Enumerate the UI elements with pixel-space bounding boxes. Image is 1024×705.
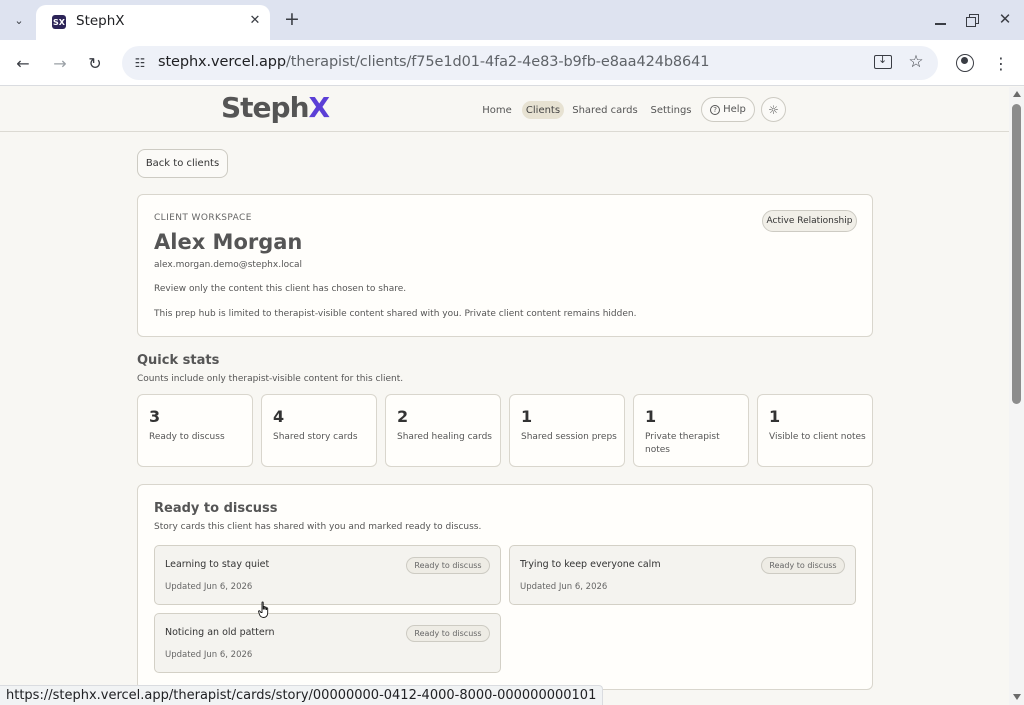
stat-shared-session-preps: 1 Shared session preps xyxy=(509,394,625,467)
story-card[interactable]: Trying to keep everyone calm Updated Jun… xyxy=(509,545,856,605)
stat-shared-story-cards: 4 Shared story cards xyxy=(261,394,377,467)
ready-to-discuss-section: Ready to discuss Story cards this client… xyxy=(137,484,873,690)
stat-label: Visible to client notes xyxy=(769,432,866,442)
browser-tab-active[interactable]: SX StephX ✕ xyxy=(36,5,270,40)
quick-stats-title: Quick stats xyxy=(137,353,220,368)
quick-stats-subtitle: Counts include only therapist-visible co… xyxy=(137,374,404,384)
ready-to-discuss-badge: Ready to discuss xyxy=(406,625,490,642)
stat-value: 1 xyxy=(521,407,533,426)
browser-menu-kebab-icon[interactable]: ⋮ xyxy=(993,53,1009,73)
stat-ready-to-discuss: 3 Ready to discuss xyxy=(137,394,253,467)
forward-arrow-icon[interactable]: → xyxy=(50,53,70,73)
stat-value: 4 xyxy=(273,407,285,426)
stat-value: 1 xyxy=(645,407,657,426)
tab-close-icon[interactable]: ✕ xyxy=(247,12,263,28)
stat-shared-healing-cards: 2 Shared healing cards xyxy=(385,394,501,467)
url-host: stephx.vercel.app xyxy=(158,54,287,70)
help-button[interactable]: ? Help xyxy=(701,97,755,122)
theme-toggle-sun-icon[interactable]: ☼ xyxy=(761,97,786,122)
story-card[interactable]: Noticing an old pattern Updated Jun 6, 2… xyxy=(154,613,501,673)
new-tab-plus-icon[interactable]: + xyxy=(282,8,302,30)
story-card[interactable]: Learning to stay quiet Updated Jun 6, 20… xyxy=(154,545,501,605)
stat-value: 3 xyxy=(149,407,161,426)
window-minimize-icon[interactable] xyxy=(932,12,948,28)
back-arrow-icon[interactable]: ← xyxy=(13,53,33,73)
stat-label: Private therapist notes xyxy=(645,432,720,455)
install-app-icon[interactable] xyxy=(874,53,892,71)
stat-label: Ready to discuss xyxy=(149,432,225,442)
tab-title: StephX xyxy=(76,13,125,29)
nav-settings[interactable]: Settings xyxy=(647,101,695,119)
help-question-icon: ? xyxy=(710,104,721,115)
browser-tab-strip: ⌄ SX StephX ✕ + ✕ xyxy=(0,0,1024,40)
workspace-note-privacy: This prep hub is limited to therapist-vi… xyxy=(154,309,637,319)
client-workspace-card: CLIENT WORKSPACE Alex Morgan alex.morgan… xyxy=(137,194,873,337)
stat-value: 2 xyxy=(397,407,409,426)
relationship-status-badge: Active Relationship xyxy=(762,210,857,232)
browser-toolbar: ← → ↻ ☷ stephx.vercel.app/therapist/clie… xyxy=(0,40,1024,86)
workspace-note-share: Review only the content this client has … xyxy=(154,284,407,294)
scroll-up-arrow-icon[interactable] xyxy=(1013,91,1021,97)
window-close-icon[interactable]: ✕ xyxy=(997,10,1013,28)
logo-accent-text: X xyxy=(308,91,331,124)
back-to-clients-button[interactable]: Back to clients xyxy=(137,149,228,178)
nav-home[interactable]: Home xyxy=(479,101,515,119)
scrollbar-thumb[interactable] xyxy=(1012,104,1021,404)
ready-to-discuss-badge: Ready to discuss xyxy=(406,557,490,574)
profile-avatar-icon[interactable] xyxy=(956,54,974,72)
address-bar[interactable]: ☷ stephx.vercel.app/therapist/clients/f7… xyxy=(122,46,938,80)
app-header: StephX Home Clients Shared cards Setting… xyxy=(0,87,1009,132)
stat-private-therapist-notes: 1 Private therapist notes xyxy=(633,394,749,467)
stat-label: Shared healing cards xyxy=(397,432,492,442)
story-card-title: Learning to stay quiet xyxy=(165,559,270,570)
url-path: /therapist/clients/f75e1d01-4fa2-4e83-b9… xyxy=(286,54,710,70)
story-card-title: Trying to keep everyone calm xyxy=(520,559,661,570)
tab-search-chevron-icon[interactable]: ⌄ xyxy=(10,12,28,28)
nav-shared-cards[interactable]: Shared cards xyxy=(571,101,639,119)
favicon-icon: SX xyxy=(52,15,66,29)
stat-value: 1 xyxy=(769,407,781,426)
stephx-logo[interactable]: StephX xyxy=(221,91,331,124)
client-name: Alex Morgan xyxy=(154,230,303,254)
help-label: Help xyxy=(723,104,746,115)
story-card-updated: Updated Jun 6, 2026 xyxy=(165,650,253,660)
link-status-bar: https://stephx.vercel.app/therapist/card… xyxy=(0,685,604,705)
ready-to-discuss-subtitle: Story cards this client has shared with … xyxy=(154,522,482,532)
page-viewport: StephX Home Clients Shared cards Setting… xyxy=(0,87,1009,705)
story-card-updated: Updated Jun 6, 2026 xyxy=(520,582,608,592)
stat-label: Shared session preps xyxy=(521,432,617,442)
ready-to-discuss-title: Ready to discuss xyxy=(154,501,278,516)
reload-icon[interactable]: ↻ xyxy=(85,53,105,73)
site-info-tune-icon[interactable]: ☷ xyxy=(132,55,148,71)
stat-label: Shared story cards xyxy=(273,432,358,442)
page-scrollbar[interactable] xyxy=(1009,87,1024,705)
ready-to-discuss-badge: Ready to discuss xyxy=(761,557,845,574)
stat-visible-to-client-notes: 1 Visible to client notes xyxy=(757,394,873,467)
hand-pointer-cursor-icon xyxy=(258,601,269,618)
client-email: alex.morgan.demo@stephx.local xyxy=(154,260,303,270)
story-card-title: Noticing an old pattern xyxy=(165,627,275,638)
bookmark-star-icon[interactable]: ☆ xyxy=(907,52,925,72)
logo-main-text: Steph xyxy=(221,91,310,124)
scroll-down-arrow-icon[interactable] xyxy=(1013,694,1021,700)
url-text[interactable]: stephx.vercel.app/therapist/clients/f75e… xyxy=(158,54,710,70)
nav-clients[interactable]: Clients xyxy=(522,101,564,119)
workspace-eyebrow: CLIENT WORKSPACE xyxy=(154,213,252,223)
window-restore-icon[interactable] xyxy=(964,12,980,28)
story-card-updated: Updated Jun 6, 2026 xyxy=(165,582,253,592)
